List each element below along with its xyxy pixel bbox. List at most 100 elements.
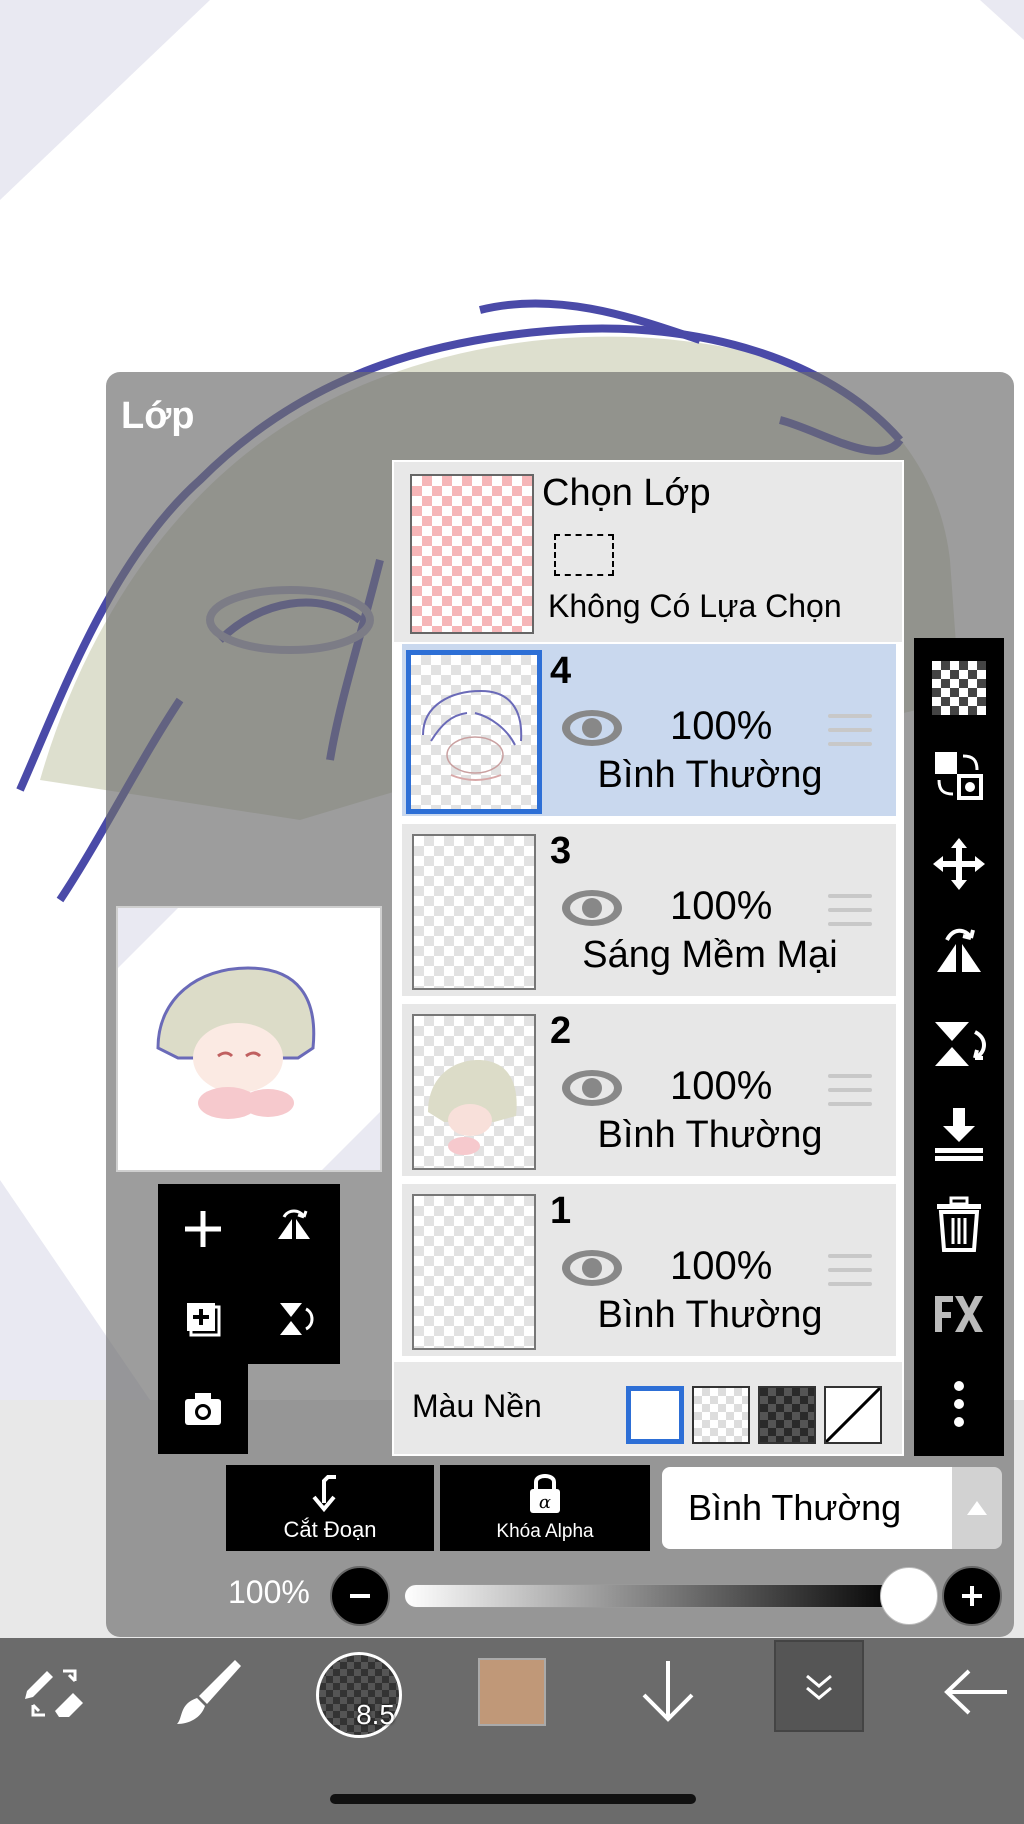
current-color-swatch — [478, 1658, 546, 1726]
layer-thumbnail — [412, 834, 536, 990]
brush-size-indicator: 8.5 — [316, 1652, 402, 1738]
triangle-up-icon — [967, 1501, 987, 1515]
layer-row[interactable]: 2 100% Bình Thường — [402, 1004, 896, 1176]
layer-blend-mode: Bình Thường — [597, 1114, 823, 1156]
layer-number: 4 — [550, 650, 572, 692]
opacity-slider-track[interactable] — [404, 1584, 904, 1608]
drag-handle-icon[interactable] — [828, 1254, 872, 1288]
layer-row[interactable]: 4 100% Bình Thường — [402, 644, 896, 816]
layer-thumbnail — [412, 1194, 536, 1350]
trash-icon — [937, 1196, 981, 1252]
drag-handle-icon[interactable] — [828, 1074, 872, 1108]
brush-size-value: 8.5 — [356, 1699, 395, 1730]
down-arrow-button[interactable] — [628, 1650, 708, 1734]
flip-vertical-icon — [935, 1022, 986, 1066]
alpha-lock-label: Khóa Alpha — [496, 1521, 594, 1542]
layer-blend-mode: Bình Thường — [597, 1294, 823, 1336]
layer-list: Chọn Lớp Không Có Lựa Chọn 4 100% Bình T… — [392, 460, 904, 1456]
selection-layer-row[interactable]: Chọn Lớp Không Có Lựa Chọn — [394, 462, 902, 642]
merge-down-icon — [935, 1108, 983, 1161]
duplicate-icon — [187, 1303, 221, 1337]
arrow-left-icon — [944, 1669, 1007, 1715]
layer-number: 2 — [550, 1010, 572, 1052]
selection-marquee-icon — [554, 534, 614, 576]
home-indicator — [330, 1794, 696, 1804]
layer-blend-mode: Bình Thường — [597, 754, 823, 796]
pen-eraser-switch-icon — [25, 1669, 83, 1717]
collapse-panel-button[interactable] — [774, 1640, 864, 1732]
layer-opacity: 100% — [670, 1064, 773, 1108]
more-vertical-icon — [954, 1381, 964, 1427]
selection-thumbnail — [410, 474, 534, 634]
bg-swatch-none[interactable] — [824, 1386, 882, 1444]
layer-opacity: 100% — [670, 884, 773, 928]
opacity-increase-button[interactable] — [942, 1566, 1002, 1626]
flip-horizontal-button[interactable] — [914, 914, 1004, 994]
clipping-label: Cắt Đoạn — [283, 1517, 377, 1542]
alpha-lock-button[interactable]: α Khóa Alpha — [440, 1465, 650, 1551]
blend-mode-value: Bình Thường — [688, 1487, 902, 1528]
plus-icon — [185, 1211, 221, 1247]
svg-text:α: α — [539, 1492, 551, 1513]
flip-horizontal-icon — [937, 928, 981, 972]
bg-swatch-checker-dark[interactable] — [758, 1386, 816, 1444]
clip-arrow-icon — [312, 1475, 336, 1513]
more-options-button[interactable] — [914, 1364, 1004, 1444]
layer-thumbnail — [406, 650, 542, 814]
drag-handle-icon[interactable] — [828, 894, 872, 928]
flip-horizontal-layer-button[interactable] — [248, 1184, 340, 1274]
layer-number: 1 — [550, 1190, 572, 1232]
brush-icon — [177, 1660, 241, 1724]
delete-layer-button[interactable] — [914, 1184, 1004, 1264]
panel-title: Lớp — [121, 395, 195, 437]
layer-row[interactable]: 3 100% Sáng Mềm Mại — [402, 824, 896, 996]
blend-mode-dropdown-button[interactable] — [952, 1467, 1002, 1549]
opacity-decrease-button[interactable] — [330, 1566, 390, 1626]
brush-size-button[interactable]: 8.5 — [314, 1650, 404, 1740]
bg-swatch-white[interactable] — [626, 1386, 684, 1444]
layer-opacity: 100% — [670, 1244, 773, 1288]
preview-drawing — [118, 908, 380, 1170]
back-button[interactable] — [934, 1650, 1018, 1734]
swap-layer-icon — [935, 752, 983, 800]
add-layer-button[interactable] — [158, 1184, 248, 1274]
visibility-eye-icon[interactable] — [560, 1246, 624, 1290]
merge-down-button[interactable] — [914, 1094, 1004, 1174]
tool-switch-button[interactable] — [12, 1650, 96, 1734]
import-photo-button[interactable] — [158, 1364, 248, 1454]
layer-opacity: 100% — [670, 704, 773, 748]
layer-row[interactable]: 1 100% Bình Thường — [402, 1184, 896, 1356]
visibility-eye-icon[interactable] — [560, 706, 624, 750]
duplicate-layer-button[interactable] — [158, 1274, 248, 1364]
blend-mode-select[interactable]: Bình Thường — [662, 1467, 952, 1549]
swap-layer-button[interactable] — [914, 736, 1004, 816]
canvas-preview[interactable] — [116, 906, 382, 1172]
brush-tool-button[interactable] — [162, 1650, 252, 1734]
selection-layer-title: Chọn Lớp — [542, 472, 711, 514]
flip-vertical-button[interactable] — [914, 1004, 1004, 1084]
layer-number: 3 — [550, 830, 572, 872]
flip-horizontal-icon — [278, 1209, 310, 1239]
flip-vertical-layer-button[interactable] — [248, 1274, 340, 1364]
bg-swatch-checker-light[interactable] — [692, 1386, 750, 1444]
color-button[interactable] — [476, 1656, 548, 1728]
opacity-value: 100% — [228, 1574, 310, 1610]
move-layer-button[interactable] — [914, 824, 1004, 904]
background-color-row: Màu Nền — [394, 1362, 902, 1454]
layer-thumbnail — [412, 1014, 536, 1170]
visibility-eye-icon[interactable] — [560, 1066, 624, 1110]
flip-vertical-icon — [280, 1303, 314, 1335]
background-color-label: Màu Nền — [412, 1388, 542, 1424]
camera-icon — [185, 1393, 221, 1425]
minus-icon — [350, 1594, 370, 1598]
fx-icon — [935, 1296, 983, 1332]
plus-icon — [962, 1586, 982, 1606]
transparent-fill-button[interactable] — [914, 648, 1004, 728]
clipping-button[interactable]: Cắt Đoạn — [226, 1465, 434, 1551]
drag-handle-icon[interactable] — [828, 714, 872, 748]
lock-alpha-icon: α — [530, 1474, 560, 1513]
checker-icon — [932, 661, 986, 715]
opacity-slider-handle[interactable] — [880, 1567, 938, 1625]
fx-filter-button[interactable] — [914, 1274, 1004, 1354]
visibility-eye-icon[interactable] — [560, 886, 624, 930]
